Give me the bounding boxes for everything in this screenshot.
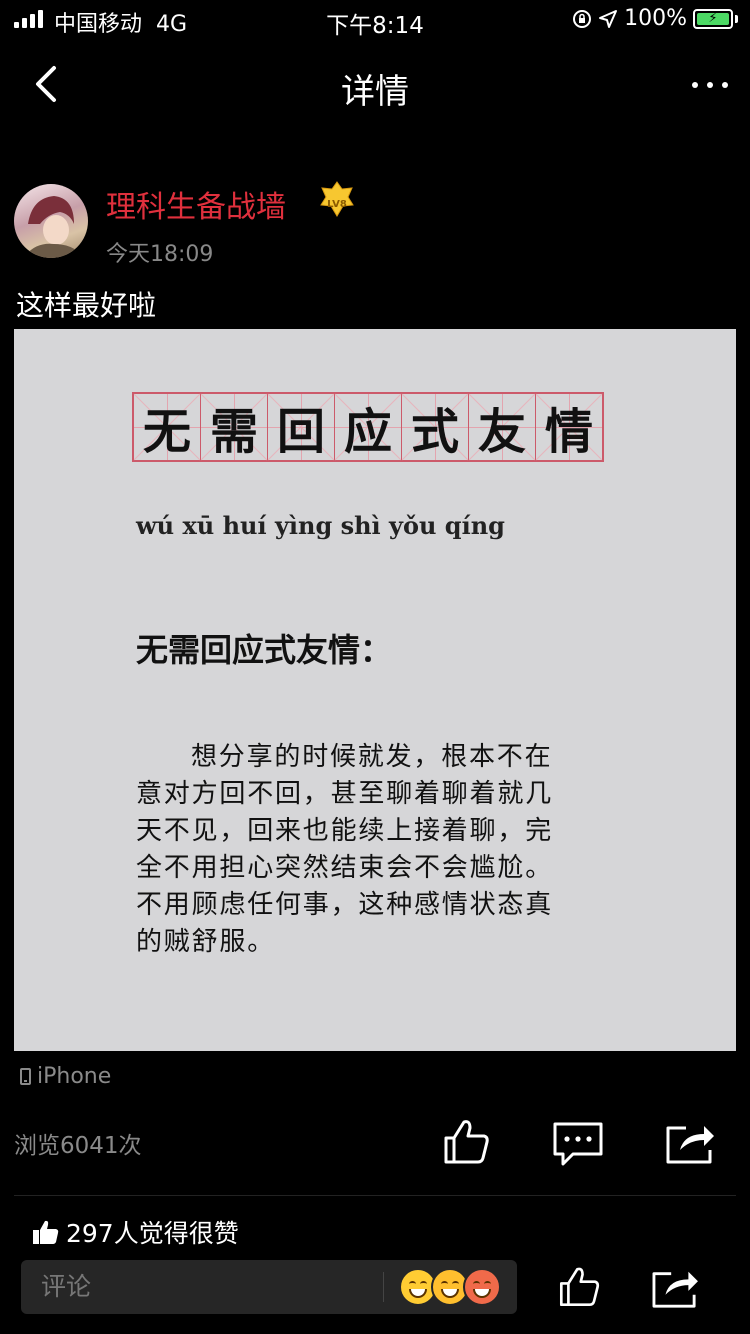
phone-icon (20, 1068, 31, 1085)
page-title: 详情 (341, 72, 409, 112)
status-bar: 中国移动 4G 下午8:14 100% ⚡ (0, 0, 750, 40)
character-grid: 无 需 回 应 式 友 情 (132, 392, 604, 462)
body-line: 想分享的时候就发，根本不在 (191, 742, 553, 772)
body-line: 不用顾虑任何事，这种感情状态真 (136, 890, 554, 920)
device-source: iPhone (20, 1064, 111, 1089)
author-name[interactable]: 理科生备战墙 (106, 182, 286, 226)
emoji-icon (463, 1268, 501, 1306)
grid-cell: 式 (401, 393, 469, 461)
view-count: 浏览6041次 (14, 1133, 142, 1159)
nav-bar: 详情 (0, 44, 750, 124)
grid-cell: 需 (200, 393, 268, 461)
more-icon[interactable] (692, 82, 728, 88)
level-badge-icon: LV8 (320, 181, 354, 217)
body-line: 全不用担心突然结束会不会尴尬。 (136, 853, 554, 883)
grid-cell: 友 (468, 393, 536, 461)
share-icon[interactable] (664, 1120, 716, 1166)
divider (383, 1272, 384, 1302)
emoji-picker[interactable] (399, 1268, 501, 1306)
rotation-lock-icon (573, 9, 592, 28)
battery-icon: ⚡ (693, 8, 733, 29)
status-right: 100% ⚡ (572, 6, 738, 31)
grid-cell: 无 (133, 393, 201, 461)
comment-icon[interactable] (551, 1120, 605, 1168)
bottom-bar (0, 1246, 750, 1334)
image-heading: 无需回应式友情： (136, 631, 393, 669)
image-body: 想分享的时候就发，根本不在 意对方回不回，甚至聊着聊着就几 天不见，回来也能续上… (136, 739, 616, 961)
grid-cell: 回 (267, 393, 335, 461)
likes-text: 297人觉得很赞 (66, 1219, 239, 1248)
device-label: iPhone (37, 1064, 112, 1089)
grid-cell: 情 (535, 393, 603, 461)
comment-box[interactable] (21, 1260, 517, 1314)
location-icon (599, 9, 618, 28)
comment-input[interactable] (41, 1268, 371, 1304)
avatar[interactable] (14, 184, 88, 258)
likes-summary[interactable]: 297人觉得很赞 (32, 1214, 239, 1250)
svg-text:LV8: LV8 (327, 199, 347, 210)
thumbs-up-icon (33, 1220, 59, 1244)
post-text: 这样最好啦 (16, 289, 157, 322)
body-line: 意对方回不回，甚至聊着聊着就几 (136, 779, 554, 809)
body-line: 的贼舒服。 (136, 927, 276, 957)
share-icon[interactable] (650, 1266, 700, 1310)
thumbs-up-icon[interactable] (556, 1264, 602, 1310)
battery-percent: 100% (624, 6, 687, 31)
thumbs-up-icon[interactable] (440, 1116, 492, 1168)
post-time: 今天18:09 (106, 242, 214, 267)
image-pinyin: wú xū huí yìng shì yǒu qíng (136, 511, 505, 540)
post-image[interactable]: 无 需 回 应 式 友 情 wú xū huí yìng shì yǒu qín… (14, 329, 736, 1051)
body-line: 天不见，回来也能续上接着聊，完 (136, 816, 554, 846)
divider (14, 1195, 736, 1196)
grid-cell: 应 (334, 393, 402, 461)
